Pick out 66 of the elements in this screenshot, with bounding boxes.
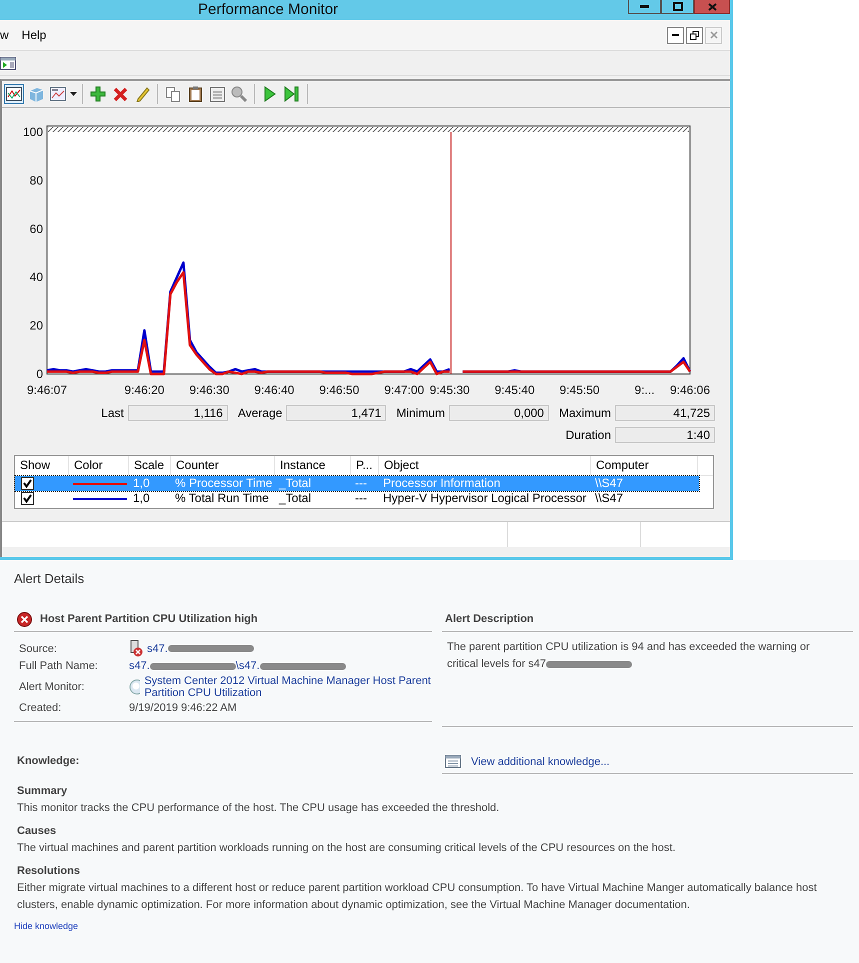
field-label: Source: — [19, 642, 58, 656]
x-tick-label: 9:46:30 — [189, 383, 230, 397]
stat-label: Maximum — [558, 406, 611, 420]
knowledge-heading: Summary — [17, 784, 68, 799]
x-tick-label: 9:46:40 — [254, 383, 294, 397]
table-cell-text: \\S47 — [594, 491, 624, 506]
table-cell-text: % Total Run Time — [174, 491, 270, 506]
counter-row[interactable]: 1,0 % Total Run Time _Total --- Hyper-V Hypervisor Logical Processor \\S47 — [15, 491, 699, 506]
link[interactable]: s47. — [129, 660, 150, 672]
y-tick-label: 0 — [36, 367, 43, 381]
section-heading: Alert Description — [445, 613, 534, 625]
y-tick-label: 60 — [30, 222, 43, 236]
section-title: Alert Details — [14, 570, 86, 588]
window-title: Performance Monitor — [198, 1, 338, 18]
table-cell-text: _Total — [278, 491, 312, 506]
description-text: The parent partition CPU utilization is 94 and has exceeded the warning or — [447, 640, 810, 655]
knowledge-text: This monitor tracks the CPU performance of the host. The CPU usage has exceeded the threshold. — [17, 801, 500, 816]
x-tick-label: 9:46:20 — [124, 383, 164, 397]
stat-value: 0,000 — [448, 405, 549, 421]
field-label: Created: — [19, 701, 62, 715]
x-tick-label: 9:47:00 — [384, 383, 424, 397]
table-cell-text: --- — [354, 491, 368, 506]
field-label: Full Path Name: — [19, 659, 99, 673]
section-heading: Knowledge: — [16, 755, 80, 769]
field-value: 9/19/2019 9:46:22 AM — [129, 702, 237, 714]
x-tick-label: 9:45:30 — [430, 383, 470, 397]
knowledge-link[interactable]: View additional knowledge... — [471, 756, 610, 768]
alert-name: Host Parent Partition CPU Utilization high — [40, 613, 258, 625]
y-tick-label: 80 — [30, 173, 43, 188]
knowledge-heading: Resolutions — [17, 864, 81, 879]
stat-value: 1:40 — [615, 427, 715, 443]
link[interactable]: \s47. — [236, 660, 260, 672]
knowledge-heading: Causes — [17, 824, 58, 839]
stat-value: 1,471 — [286, 405, 386, 421]
x-tick-label: 9:45:40 — [494, 383, 535, 397]
knowledge-text: The virtual machines and parent partition workloads running on the host are consuming critical levels of the CPU resources on the host. — [17, 841, 677, 856]
x-tick-label: 9:... — [634, 383, 655, 397]
x-tick-label: 9:46:07 — [26, 383, 68, 397]
stat-label: Average — [238, 406, 282, 420]
x-tick-label: 9:45:50 — [560, 383, 600, 397]
hide-knowledge-link[interactable]: Hide knowledge — [14, 921, 78, 931]
table-cell-text: \\S47 — [594, 476, 624, 491]
description-text: critical levels for s47 — [447, 657, 546, 672]
y-tick-label: 100 — [22, 125, 43, 139]
stat-value: 1,116 — [128, 405, 228, 421]
field-label: Alert Monitor: — [19, 680, 86, 694]
stat-label: Duration — [566, 428, 611, 442]
table-cell-text: 1,0 — [132, 476, 151, 491]
x-tick-label: 9:46:06 — [670, 383, 710, 397]
stat-value: 41,725 — [615, 405, 715, 421]
table-cell-text: 1,0 — [132, 491, 151, 506]
menu-item[interactable]: w — [0, 28, 18, 42]
stat-label: Minimum — [396, 406, 445, 420]
link[interactable]: System Center 2012 Virtual Machine Manager Host Parent Partition CPU Utilization — [144, 675, 432, 699]
menu-item[interactable]: Help — [22, 28, 56, 42]
y-tick-label: 20 — [30, 318, 43, 333]
knowledge-text: Either migrate virtual machines to a different host or reduce parent partition workload CPU consumption. To have Virtual Machine Manger automatically balance host clusters, enable dynamic optimization. For more information about dynamic optimization, see the Virtual Machine Manager documentation. — [17, 881, 818, 913]
table-cell-text: --- — [354, 476, 368, 491]
stat-label: Last — [101, 406, 124, 420]
y-tick-label: 40 — [30, 270, 43, 284]
table-cell-text: _Total — [278, 476, 312, 491]
table-cell-text: Processor Information — [382, 476, 502, 491]
x-tick-label: 9:46:50 — [319, 383, 360, 397]
table-cell-text: Hyper-V Hypervisor Logical Processor — [382, 491, 588, 506]
table-cell-text: % Processor Time — [174, 476, 274, 491]
link[interactable]: s47. — [147, 642, 168, 654]
